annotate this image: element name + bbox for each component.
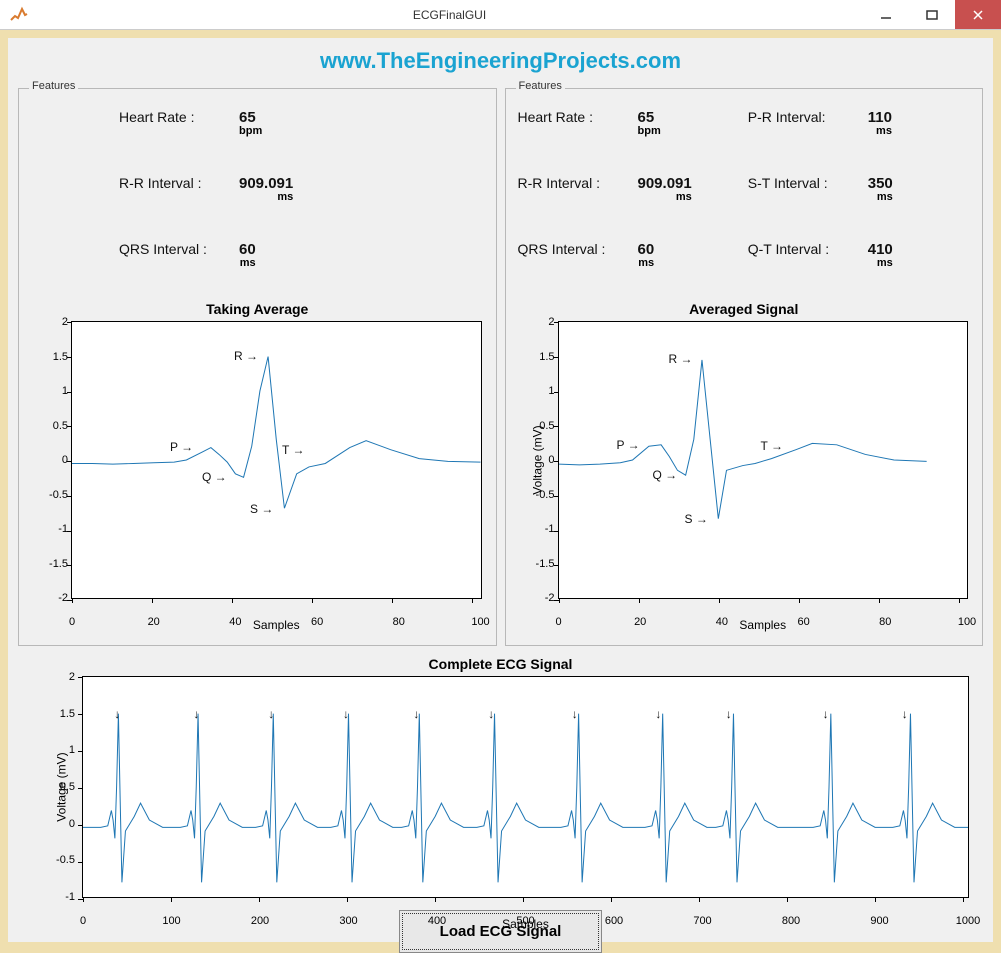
features-panel-right: Features Heart Rate :65bpm P-R Interval:… — [505, 88, 984, 646]
r-peak-arrow-icon: ↓ — [343, 707, 349, 721]
hr-label: Heart Rate : — [518, 109, 628, 125]
point-label-Q: Q → — [202, 470, 227, 484]
qt-unit: ms — [868, 257, 893, 269]
qt-label: Q-T Interval : — [748, 241, 858, 257]
features-panel-left: Features Heart Rate :65bpm R-R Interval … — [18, 88, 497, 646]
left-chart-title: Taking Average — [19, 301, 496, 317]
rr-value: 909.091 — [239, 175, 293, 192]
qrs-unit: ms — [638, 257, 655, 269]
qrs-label: QRS Interval : — [119, 241, 229, 257]
rr-label: R-R Interval : — [518, 175, 628, 191]
panel-label: Features — [516, 80, 565, 92]
r-peak-arrow-icon: ↓ — [902, 707, 908, 721]
point-label-T: T → — [761, 439, 783, 453]
r-peak-arrow-icon: ↓ — [572, 707, 578, 721]
header-url: www.TheEngineeringProjects.com — [18, 44, 983, 80]
st-unit: ms — [868, 191, 893, 203]
rr-unit: ms — [239, 191, 293, 203]
hr-unit: bpm — [239, 125, 262, 137]
rr-label: R-R Interval : — [119, 175, 229, 191]
pr-value: 110 — [868, 109, 892, 126]
xlabel-right: Samples — [559, 618, 968, 632]
xlabel-left: Samples — [72, 618, 481, 632]
point-label-R: R → — [234, 349, 258, 363]
taking-average-axes[interactable]: -2-1.5-1-0.500.511.52 020406080100 Sampl… — [71, 321, 482, 599]
r-peak-arrow-icon: ↓ — [193, 707, 199, 721]
titlebar: ECGFinalGUI — [0, 0, 1001, 30]
qrs-label: QRS Interval : — [518, 241, 628, 257]
matlab-icon — [8, 5, 28, 25]
qt-value: 410 — [868, 241, 893, 258]
complete-ecg-axes[interactable]: Voltage (mV) -1-0.500.511.52 01002003004… — [82, 676, 969, 898]
figure-body: www.TheEngineeringProjects.com Features … — [8, 38, 993, 942]
point-label-S: S → — [250, 502, 273, 516]
r-peak-arrow-icon: ↓ — [488, 707, 494, 721]
averaged-signal-axes[interactable]: Voltage (mV) -2-1.5-1-0.500.511.52 02040… — [558, 321, 969, 599]
st-value: 350 — [868, 175, 893, 192]
qrs-value: 60 — [638, 241, 655, 258]
r-peak-arrow-icon: ↓ — [823, 707, 829, 721]
window-title: ECGFinalGUI — [36, 8, 863, 22]
hr-unit: bpm — [638, 125, 661, 137]
point-label-T: T → — [282, 443, 304, 457]
minimize-button[interactable] — [863, 0, 909, 29]
r-peak-arrow-icon: ↓ — [726, 707, 732, 721]
hr-label: Heart Rate : — [119, 109, 229, 125]
point-label-S: S → — [685, 512, 708, 526]
qrs-value: 60 — [239, 241, 256, 258]
hr-value: 65 — [239, 109, 256, 126]
st-label: S-T Interval : — [748, 175, 858, 191]
point-label-R: R → — [669, 352, 693, 366]
xlabel-bottom: Samples — [83, 917, 968, 931]
rr-value: 909.091 — [638, 175, 692, 192]
pr-label: P-R Interval: — [748, 109, 858, 125]
maximize-button[interactable] — [909, 0, 955, 29]
rr-unit: ms — [638, 191, 692, 203]
panel-label: Features — [29, 80, 78, 92]
r-peak-arrow-icon: ↓ — [655, 707, 661, 721]
point-label-P: P → — [170, 440, 193, 454]
r-peak-arrow-icon: ↓ — [413, 707, 419, 721]
point-label-P: P → — [617, 438, 640, 452]
close-button[interactable] — [955, 0, 1001, 29]
pr-unit: ms — [868, 125, 892, 137]
r-peak-arrow-icon: ↓ — [268, 707, 274, 721]
point-label-Q: Q → — [653, 468, 678, 482]
hr-value: 65 — [638, 109, 655, 126]
bottom-chart-title: Complete ECG Signal — [18, 656, 983, 672]
right-chart-title: Averaged Signal — [506, 301, 983, 317]
qrs-unit: ms — [239, 257, 256, 269]
r-peak-arrow-icon: ↓ — [114, 707, 120, 721]
